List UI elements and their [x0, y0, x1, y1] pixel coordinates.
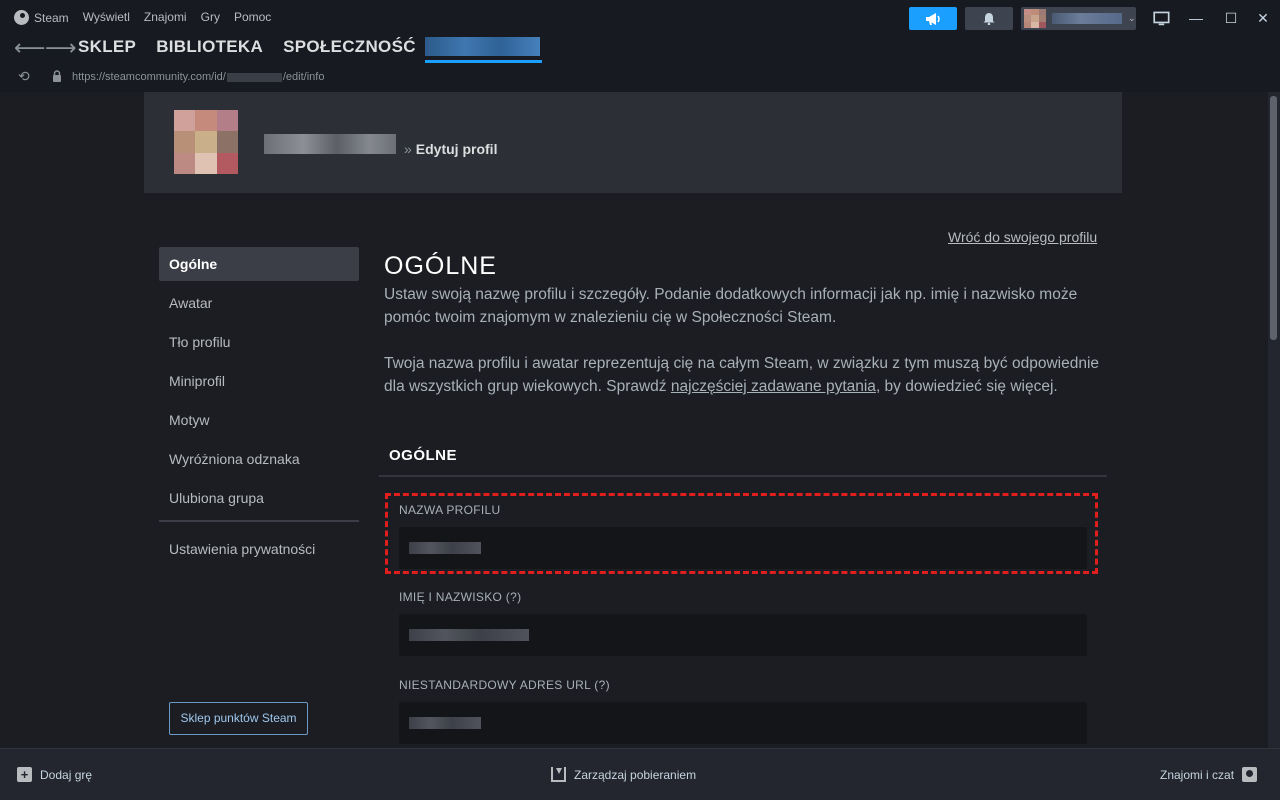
account-name-redacted — [1052, 13, 1122, 24]
close-button[interactable]: ✕ — [1253, 8, 1273, 28]
username-redacted — [425, 37, 540, 56]
custom-url-value-redacted — [409, 717, 481, 729]
section-title: OGÓLNE — [389, 447, 458, 464]
real-name-field: IMIĘ I NAZWISKO (?) — [399, 590, 1087, 656]
real-name-input[interactable] — [399, 614, 1087, 656]
sidebar-item-featured-badge[interactable]: Wyróżniona odznaka — [159, 442, 359, 476]
scrollbar-thumb[interactable] — [1270, 96, 1277, 340]
nav-links: SKLEP BIBLIOTEKA SPOŁECZNOŚĆ — [78, 37, 416, 57]
menu-steam-label: Steam — [34, 10, 69, 25]
profile-name-redacted — [264, 134, 396, 154]
bell-icon — [983, 13, 995, 25]
nav-username-tab[interactable] — [425, 37, 542, 63]
menu-friends[interactable]: Znajomi — [144, 10, 187, 25]
sidebar-item-avatar[interactable]: Awatar — [159, 286, 359, 320]
main-menu: Steam Wyświetl Znajomi Gry Pomoc — [14, 10, 271, 25]
manage-downloads-label: Zarządzaj pobieraniem — [574, 767, 697, 782]
real-name-value-redacted — [409, 629, 529, 641]
url-bar: ⟲ https://steamcommunity.com/id/ /edit/i… — [0, 66, 1280, 92]
download-icon — [551, 767, 566, 782]
notifications-button[interactable] — [965, 7, 1013, 30]
friends-chat-label: Znajomi i czat — [1160, 767, 1235, 782]
friends-icon — [1242, 767, 1258, 782]
page-description: Ustaw swoją nazwę profilu i szczegóły. P… — [384, 283, 1104, 398]
custom-url-field: NIESTANDARDOWY ADRES URL (?) — [399, 678, 1087, 744]
url-prefix: https://steamcommunity.com/id/ — [72, 71, 226, 83]
account-menu-button[interactable]: ⌄ — [1021, 7, 1136, 30]
steam-logo-icon — [14, 10, 29, 25]
sidebar-item-favorite-group[interactable]: Ulubiona grupa — [159, 481, 359, 515]
manage-downloads-button[interactable]: Zarządzaj pobieraniem — [551, 767, 696, 782]
description-paragraph-2: Twoja nazwa profilu i awatar reprezentuj… — [384, 352, 1104, 398]
active-tab-underline — [425, 60, 542, 63]
megaphone-icon — [926, 12, 940, 25]
page-content: » Edytuj profil Ogólne Awatar Tło profilu… — [0, 92, 1268, 748]
page-title: OGÓLNE — [384, 252, 497, 280]
edit-profile-sidebar: Ogólne Awatar Tło profilu Miniprofil Mot… — [159, 247, 359, 735]
maximize-button[interactable]: ☐ — [1221, 8, 1241, 28]
profile-name-value-redacted — [409, 542, 481, 554]
bottom-bar: + Dodaj grę Zarządzaj pobieraniem Znajom… — [0, 748, 1280, 800]
page-url[interactable]: https://steamcommunity.com/id/ /edit/inf… — [72, 71, 324, 83]
friends-chat-button[interactable]: Znajomi i czat — [1160, 767, 1258, 782]
sidebar-item-background[interactable]: Tło profilu — [159, 325, 359, 359]
profile-avatar — [174, 110, 238, 174]
url-id-redacted — [226, 72, 282, 82]
add-game-button[interactable]: + Dodaj grę — [17, 767, 92, 782]
custom-url-label: NIESTANDARDOWY ADRES URL (?) — [399, 678, 610, 692]
breadcrumb: » Edytuj profil — [404, 141, 497, 157]
menu-steam[interactable]: Steam — [14, 10, 69, 25]
menu-help[interactable]: Pomoc — [234, 10, 271, 25]
chevron-down-icon: ⌄ — [1128, 13, 1136, 23]
profile-name-label: NAZWA PROFILU — [399, 503, 501, 517]
sidebar-item-theme[interactable]: Motyw — [159, 403, 359, 437]
lock-icon — [53, 70, 61, 82]
sidebar-item-general[interactable]: Ogólne — [159, 247, 359, 281]
points-shop-button[interactable]: Sklep punktów Steam — [169, 702, 308, 735]
content-scrollbar[interactable] — [1268, 92, 1280, 748]
back-to-profile-link[interactable]: Wróć do swojego profilu — [948, 229, 1097, 245]
profile-name-field: NAZWA PROFILU — [399, 503, 1087, 569]
section-header: OGÓLNE — [379, 435, 1107, 477]
reload-icon[interactable]: ⟲ — [18, 68, 30, 85]
profile-name-input[interactable] — [399, 527, 1087, 569]
navigation-bar: ⟵ ⟶ SKLEP BIBLIOTEKA SPOŁECZNOŚĆ — [0, 36, 1280, 66]
url-suffix: /edit/info — [282, 71, 325, 83]
menu-view[interactable]: Wyświetl — [83, 10, 130, 25]
account-avatar — [1024, 9, 1046, 28]
add-game-label: Dodaj grę — [40, 767, 93, 782]
breadcrumb-separator: » — [404, 141, 412, 157]
custom-url-input[interactable] — [399, 702, 1087, 744]
menu-bar: Steam Wyświetl Znajomi Gry Pomoc ⌄ — ☐ ✕ — [0, 0, 1280, 36]
sidebar-item-privacy[interactable]: Ustawienia prywatności — [159, 532, 359, 566]
plus-icon: + — [17, 767, 32, 782]
sidebar-divider — [159, 520, 359, 522]
nav-store[interactable]: SKLEP — [78, 37, 136, 57]
breadcrumb-current: Edytuj profil — [415, 141, 498, 157]
description-text-b: , by dowiedzieć się więcej. — [875, 378, 1058, 395]
steam-window: Steam Wyświetl Znajomi Gry Pomoc ⌄ — ☐ ✕… — [0, 0, 1280, 800]
nav-community[interactable]: SPOŁECZNOŚĆ — [283, 37, 416, 57]
announcements-button[interactable] — [909, 7, 957, 30]
profile-header: » Edytuj profil — [144, 92, 1122, 193]
sidebar-item-miniprofile[interactable]: Miniprofil — [159, 364, 359, 398]
real-name-label: IMIĘ I NAZWISKO (?) — [399, 590, 522, 604]
back-arrow-icon[interactable]: ⟵ — [14, 36, 46, 60]
forward-arrow-icon[interactable]: ⟶ — [45, 36, 77, 60]
nav-library[interactable]: BIBLIOTEKA — [156, 37, 263, 57]
description-paragraph-1: Ustaw swoją nazwę profilu i szczegóły. P… — [384, 286, 1078, 326]
minimize-button[interactable]: — — [1186, 8, 1206, 28]
faq-link[interactable]: najczęściej zadawane pytania — [671, 378, 876, 395]
menu-games[interactable]: Gry — [201, 10, 220, 25]
big-picture-icon[interactable] — [1152, 8, 1172, 28]
